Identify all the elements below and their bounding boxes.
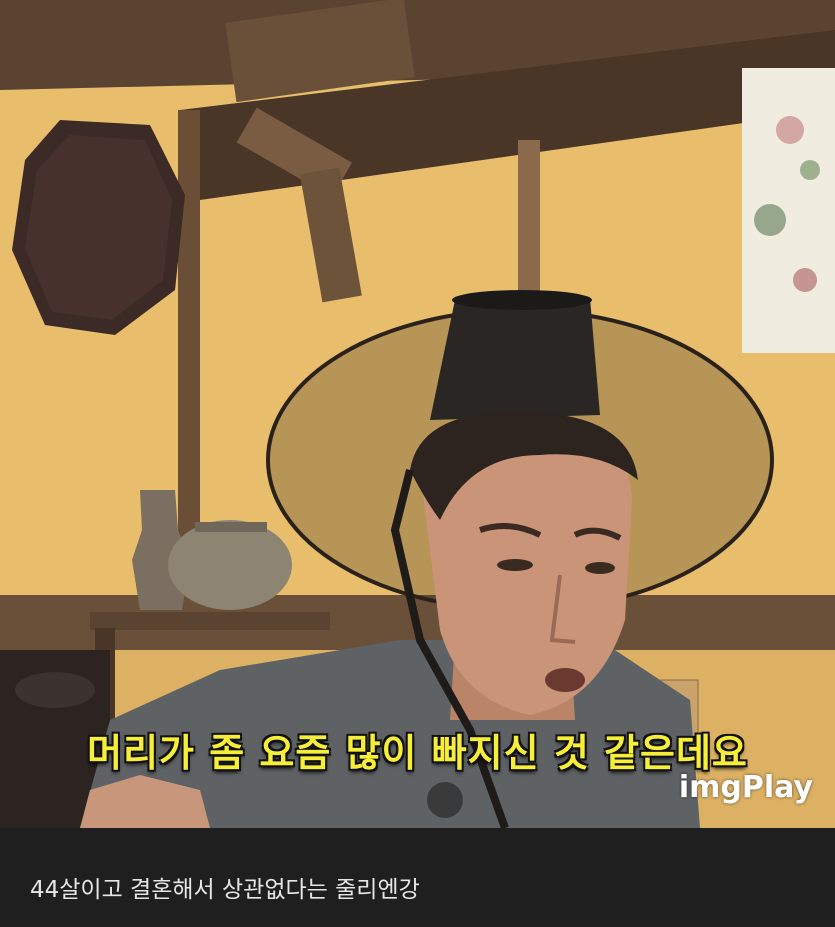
caption-bar: 44살이고 결혼해서 상관없다는 줄리엔강 [0,828,835,927]
post-caption: 44살이고 결혼해서 상관없다는 줄리엔강 [30,877,420,903]
video-frame: 머리가 좀 요즘 많이 빠지신 것 같은데요 imgPlay [0,0,835,828]
imgplay-watermark: imgPlay [678,770,813,805]
scene-illustration [0,0,835,828]
video-subtitle: 머리가 좀 요즘 많이 빠지신 것 같은데요 [87,731,748,775]
